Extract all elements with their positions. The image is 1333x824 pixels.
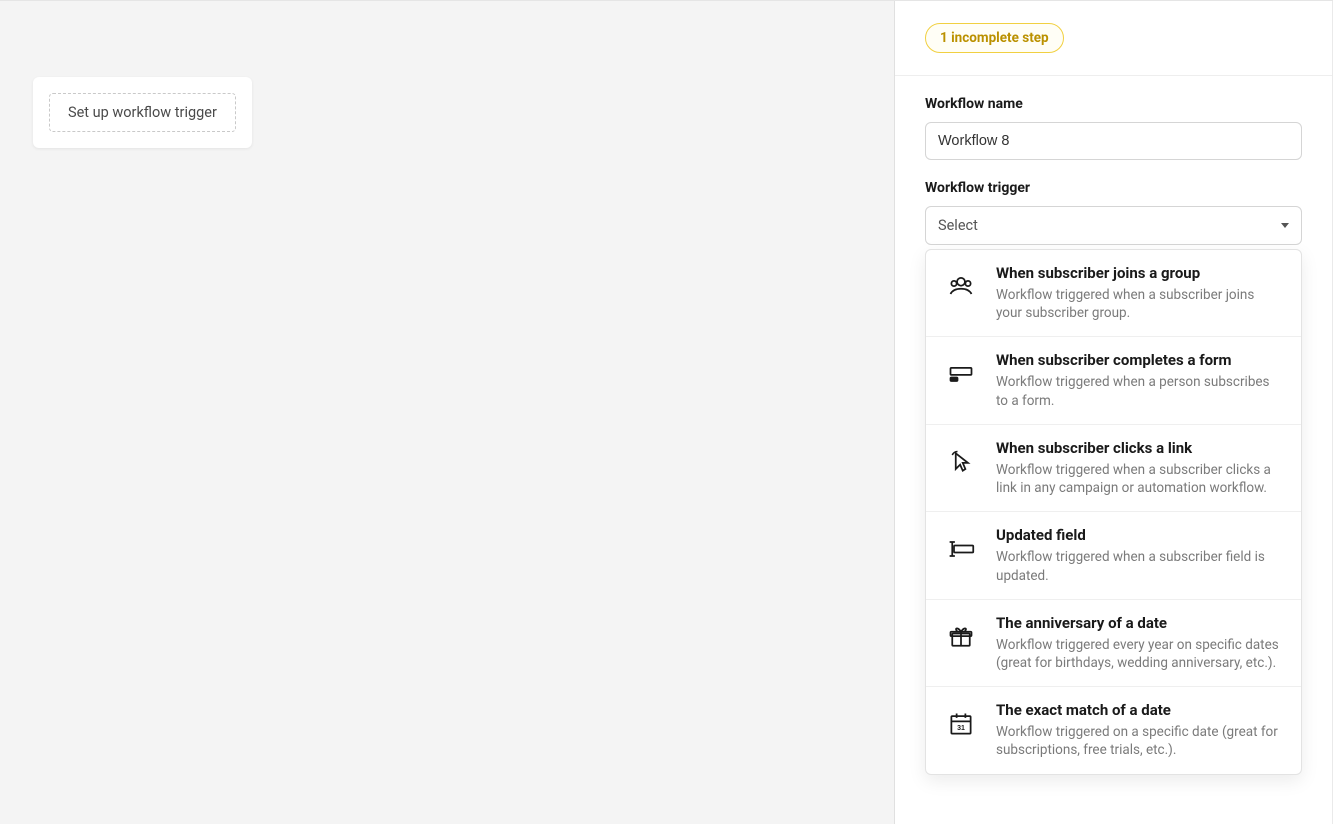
cursor-icon bbox=[944, 445, 978, 479]
gift-icon bbox=[944, 620, 978, 654]
workflow-canvas: Set up workflow trigger bbox=[0, 1, 895, 824]
option-desc: Workflow triggered when a subscriber cli… bbox=[996, 461, 1283, 497]
group-icon bbox=[944, 270, 978, 304]
settings-sidebar: 1 incomplete step Workflow name Workflow… bbox=[895, 1, 1333, 824]
option-anniversary-date[interactable]: The anniversary of a date Workflow trigg… bbox=[926, 600, 1301, 687]
workflow-name-label: Workflow name bbox=[925, 96, 1302, 112]
option-title: When subscriber joins a group bbox=[996, 264, 1283, 282]
workflow-trigger-label: Workflow trigger bbox=[925, 180, 1302, 196]
option-desc: Workflow triggered when a person subscri… bbox=[996, 373, 1283, 409]
setup-trigger-label: Set up workflow trigger bbox=[68, 104, 217, 121]
text-field-icon bbox=[944, 532, 978, 566]
trigger-dropdown: When subscriber joins a group Workflow t… bbox=[925, 249, 1302, 775]
workflow-name-input[interactable] bbox=[925, 122, 1302, 160]
option-desc: Workflow triggered on a specific date (g… bbox=[996, 723, 1283, 759]
option-title: The exact match of a date bbox=[996, 701, 1283, 719]
option-completes-form[interactable]: When subscriber completes a form Workflo… bbox=[926, 337, 1301, 424]
incomplete-badge: 1 incomplete step bbox=[925, 23, 1064, 53]
option-joins-group[interactable]: When subscriber joins a group Workflow t… bbox=[926, 250, 1301, 337]
trigger-card: Set up workflow trigger bbox=[33, 77, 252, 148]
option-clicks-link[interactable]: When subscriber clicks a link Workflow t… bbox=[926, 425, 1301, 512]
svg-text:31: 31 bbox=[957, 725, 965, 732]
option-updated-field[interactable]: Updated field Workflow triggered when a … bbox=[926, 512, 1301, 599]
option-desc: Workflow triggered when a subscriber joi… bbox=[996, 286, 1283, 322]
trigger-select-value: Select bbox=[938, 217, 978, 234]
option-desc: Workflow triggered every year on specifi… bbox=[996, 636, 1283, 672]
sidebar-body: Workflow name Workflow trigger Select bbox=[895, 76, 1332, 805]
calendar-icon: 31 bbox=[944, 707, 978, 741]
option-title: Updated field bbox=[996, 526, 1283, 544]
chevron-down-icon bbox=[1281, 223, 1289, 228]
option-exact-date[interactable]: 31 The exact match of a date Workflow tr… bbox=[926, 687, 1301, 773]
option-title: When subscriber clicks a link bbox=[996, 439, 1283, 457]
trigger-select[interactable]: Select bbox=[925, 206, 1302, 245]
option-title: The anniversary of a date bbox=[996, 614, 1283, 632]
sidebar-header: 1 incomplete step bbox=[895, 1, 1332, 76]
setup-trigger-button[interactable]: Set up workflow trigger bbox=[49, 93, 236, 132]
option-title: When subscriber completes a form bbox=[996, 351, 1283, 369]
form-icon bbox=[944, 357, 978, 391]
option-desc: Workflow triggered when a subscriber fie… bbox=[996, 548, 1283, 584]
